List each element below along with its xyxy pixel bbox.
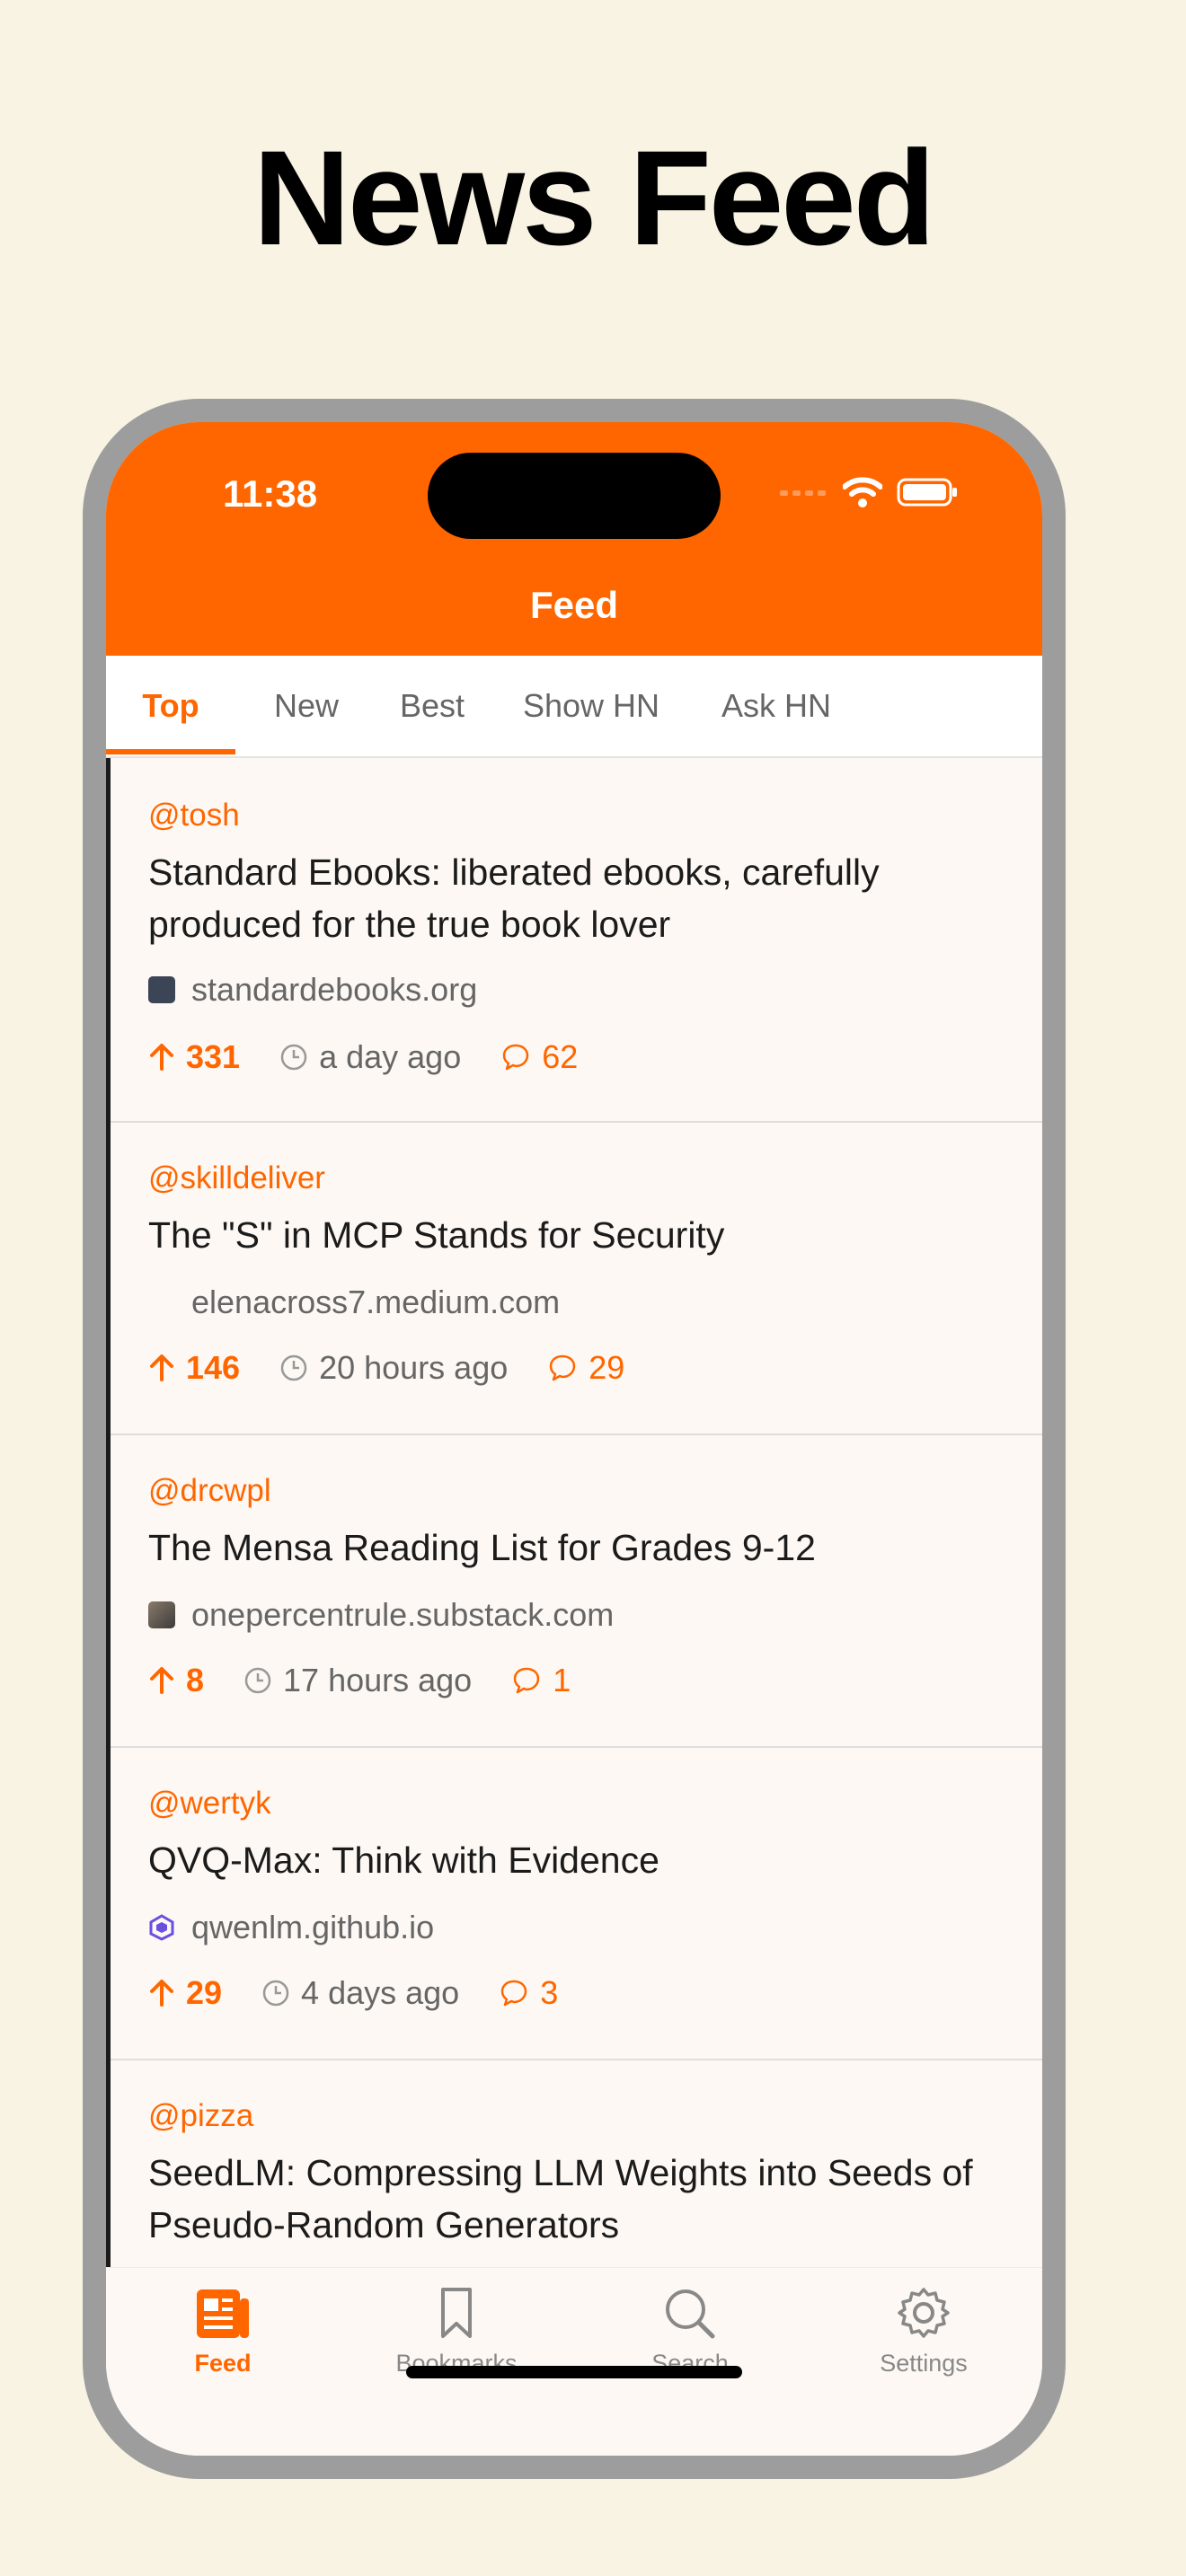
comment-count: 29: [589, 1349, 625, 1386]
phone-screen: 11:38 Feed Top New Best Show HN Ask HN @…: [106, 422, 1042, 2456]
clock-icon: [280, 1044, 307, 1071]
tabbar-item-bookmarks[interactable]: Bookmarks: [367, 2286, 546, 2378]
story-title[interactable]: QVQ-Max: Think with Evidence: [148, 1834, 984, 1886]
upvote-arrow-icon: [150, 1044, 173, 1071]
upvote-arrow-icon: [150, 1667, 173, 1694]
time-value: 20 hours ago: [319, 1349, 509, 1386]
tabbar-label: Settings: [880, 2350, 968, 2377]
story-domain: onepercentrule.substack.com: [191, 1596, 615, 1633]
score-value: 29: [186, 1974, 223, 2011]
standardebooks-favicon-icon: [148, 976, 175, 1003]
story-card[interactable]: @drcwpl The Mensa Reading List for Grade…: [111, 1435, 1042, 1748]
story-domain: elenacross7.medium.com: [191, 1284, 561, 1320]
comment-count: 1: [553, 1662, 571, 1698]
tabbar-item-settings[interactable]: Settings: [834, 2286, 1013, 2378]
comment-bubble-icon: [500, 1980, 527, 2007]
battery-icon: [897, 478, 957, 507]
comment-count: 3: [540, 1974, 559, 2011]
active-tab-indicator: [106, 749, 235, 754]
nav-title: Feed: [529, 584, 619, 626]
tabbar-label: Feed: [194, 2350, 252, 2377]
story-domain-row[interactable]: elenacross7.medium.com: [148, 1284, 560, 1320]
story-time: 17 hours ago: [243, 1662, 472, 1699]
home-indicator[interactable]: [406, 2366, 742, 2378]
story-author[interactable]: @tosh: [148, 798, 240, 834]
story-author[interactable]: @skilldeliver: [148, 1160, 325, 1196]
story-meta: 331 a day ago 62: [148, 1037, 578, 1078]
gear-icon: [898, 2288, 950, 2338]
story-domain-row[interactable]: standardebooks.org: [148, 971, 478, 1008]
substack-avatar-favicon-icon: [148, 1601, 175, 1628]
time-value: 4 days ago: [301, 1974, 460, 2011]
story-comments[interactable]: 3: [499, 1974, 558, 2012]
tab-ask-hn[interactable]: Ask HN: [695, 656, 857, 756]
upvote-arrow-icon: [150, 1354, 173, 1381]
story-meta: 146 20 hours ago 29: [148, 1347, 624, 1389]
magnifier-icon: [666, 2289, 715, 2339]
score-value: 331: [186, 1038, 241, 1075]
story-title[interactable]: The Mensa Reading List for Grades 9-12: [148, 1522, 984, 1574]
story-score[interactable]: 146: [148, 1349, 240, 1387]
comment-count: 62: [542, 1038, 579, 1075]
dynamic-island: [428, 453, 721, 539]
status-time: 11:38: [223, 472, 318, 515]
story-time: a day ago: [279, 1038, 461, 1076]
time-value: 17 hours ago: [283, 1662, 473, 1698]
upvote-arrow-icon: [150, 1980, 173, 2007]
tabbar-item-search[interactable]: Search: [600, 2286, 780, 2378]
tabbar-item-feed[interactable]: Feed: [133, 2286, 313, 2378]
story-comments[interactable]: 29: [547, 1349, 624, 1387]
story-score[interactable]: 29: [148, 1974, 222, 2012]
story-author[interactable]: @pizza: [148, 2098, 253, 2134]
story-time: 20 hours ago: [279, 1349, 508, 1387]
wifi-icon: [843, 477, 882, 507]
story-card[interactable]: @pizza SeedLM: Compressing LLM Weights i…: [111, 2060, 1042, 2267]
bookmark-icon: [441, 2288, 472, 2338]
story-time: 4 days ago: [261, 1974, 459, 2012]
feed-tabs: Top New Best Show HN Ask HN: [106, 656, 1042, 758]
story-title[interactable]: SeedLM: Compressing LLM Weights into See…: [148, 2147, 984, 2251]
story-meta: 8 17 hours ago 1: [148, 1660, 571, 1701]
story-domain-row[interactable]: qwenlm.github.io: [148, 1909, 435, 1945]
story-card[interactable]: @skilldeliver The "S" in MCP Stands for …: [111, 1123, 1042, 1435]
comment-bubble-icon: [502, 1044, 529, 1071]
story-card[interactable]: @tosh Standard Ebooks: liberated ebooks,…: [111, 758, 1042, 1123]
story-title[interactable]: Standard Ebooks: liberated ebooks, caref…: [148, 846, 984, 950]
tab-new[interactable]: New: [248, 656, 365, 756]
story-domain: standardebooks.org: [191, 971, 478, 1008]
story-comments[interactable]: 62: [500, 1038, 578, 1076]
clock-icon: [244, 1667, 271, 1694]
story-meta: 29 4 days ago 3: [148, 1972, 558, 2014]
story-title[interactable]: The "S" in MCP Stands for Security: [148, 1209, 984, 1261]
story-author[interactable]: @wertyk: [148, 1786, 271, 1822]
score-value: 8: [186, 1662, 205, 1698]
signal-icon: [780, 490, 826, 496]
clock-icon: [280, 1354, 307, 1381]
qwen-favicon-icon: [149, 1914, 174, 1941]
story-score[interactable]: 8: [148, 1662, 204, 1699]
time-value: a day ago: [319, 1038, 462, 1075]
status-icons: [778, 472, 960, 512]
newspaper-icon: [197, 2289, 249, 2338]
story-card[interactable]: @wertyk QVQ-Max: Think with Evidence qwe…: [111, 1748, 1042, 2060]
story-domain-row[interactable]: onepercentrule.substack.com: [148, 1596, 615, 1633]
story-comments[interactable]: 1: [511, 1662, 571, 1699]
bottom-tab-bar: Feed Bookmarks Search Settings: [106, 2267, 1042, 2456]
score-value: 146: [186, 1349, 241, 1386]
comment-bubble-icon: [550, 1354, 576, 1381]
comment-bubble-icon: [513, 1667, 540, 1694]
story-author[interactable]: @drcwpl: [148, 1473, 271, 1509]
tab-show-hn[interactable]: Show HN: [501, 656, 681, 756]
story-domain: qwenlm.github.io: [191, 1909, 435, 1945]
tab-best[interactable]: Best: [374, 656, 491, 756]
page-headline: News Feed: [252, 122, 936, 273]
story-list: @tosh Standard Ebooks: liberated ebooks,…: [106, 758, 1042, 2267]
tab-top[interactable]: Top: [106, 656, 235, 756]
story-score[interactable]: 331: [148, 1038, 240, 1076]
clock-icon: [262, 1980, 289, 2007]
blank-favicon-icon: [148, 1289, 175, 1316]
